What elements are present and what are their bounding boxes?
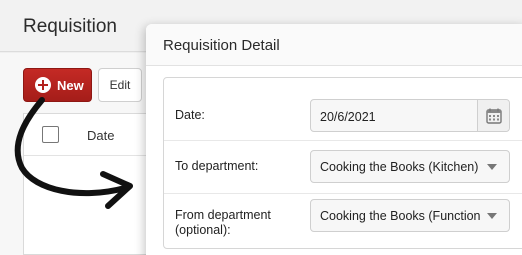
from-department-label: From department (optional): [175,208,271,238]
dialog-form: Date: 20/6/2021 To department: Cooking t… [163,77,522,249]
calendar-button[interactable] [477,100,509,131]
page-title: Requisition [23,16,117,37]
select-all-checkbox[interactable] [42,126,59,143]
edit-button[interactable]: Edit [98,68,142,102]
caret-down-icon [487,164,497,170]
caret-down-icon [487,213,497,219]
row-divider [164,193,522,194]
date-label: Date: [175,108,205,122]
plus-circle-icon [35,77,51,93]
calendar-icon [485,108,502,124]
requisition-table: Date [23,113,163,255]
table-header: Date [24,114,162,156]
dialog-title: Requisition Detail [163,37,280,54]
from-department-select[interactable]: Cooking the Books (Function [310,199,510,232]
new-button-label: New [57,77,84,93]
from-department-label-line2: (optional): [175,223,231,237]
date-field[interactable]: 20/6/2021 [310,99,510,132]
to-department-value: Cooking the Books (Kitchen) [320,160,479,174]
column-header-date[interactable]: Date [87,128,114,143]
date-value: 20/6/2021 [320,110,376,124]
row-divider [164,140,522,141]
to-department-label: To department: [175,159,259,173]
dialog-header: Requisition Detail [146,24,522,66]
from-department-value: Cooking the Books (Function [320,209,480,223]
to-department-select[interactable]: Cooking the Books (Kitchen) [310,150,510,183]
from-department-label-line1: From department [175,208,271,222]
requisition-detail-dialog: Requisition Detail Date: 20/6/2021 To de… [146,24,522,255]
edit-button-label: Edit [109,78,131,92]
new-button[interactable]: New [23,68,92,102]
